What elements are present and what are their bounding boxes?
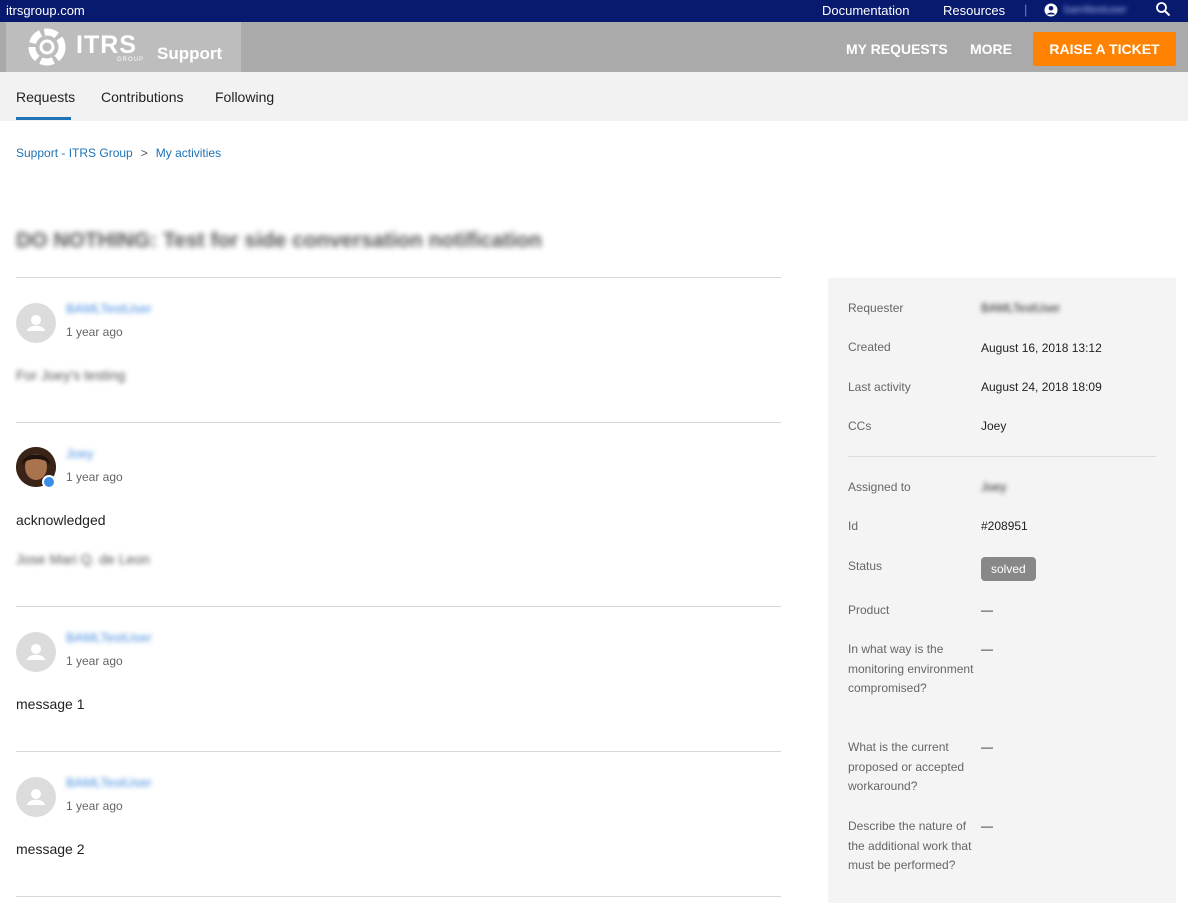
logo-text: ITRS: [76, 31, 137, 59]
avatar: [16, 777, 56, 817]
workaround-question-value: —: [981, 740, 993, 754]
default-avatar-icon: [27, 644, 45, 660]
sub-navigation: Requests Contributions Following: [0, 72, 1188, 121]
more-menu[interactable]: MORE: [970, 41, 1012, 57]
my-requests-link[interactable]: MY REQUESTS: [846, 41, 948, 57]
comment-divider: [16, 606, 781, 607]
comment-signature: Jose Mari Q. de Leon: [16, 551, 150, 567]
comment-time: 1 year ago: [66, 799, 123, 813]
user-icon[interactable]: [1044, 3, 1058, 17]
avatar: [16, 632, 56, 672]
avatar: [16, 303, 56, 343]
site-header: ITRS GROUP Support MY REQUESTS MORE RAIS…: [0, 22, 1188, 72]
comment-body: acknowledged: [16, 512, 106, 528]
request-title: DO NOTHING: Test for side conversation n…: [16, 229, 542, 252]
comment-time: 1 year ago: [66, 470, 123, 484]
tab-contributions[interactable]: Contributions: [101, 89, 184, 105]
id-value: #208951: [981, 519, 1028, 533]
last-activity-label: Last activity: [848, 380, 911, 394]
tab-following[interactable]: Following: [215, 89, 274, 105]
brand[interactable]: ITRS GROUP Support: [6, 22, 241, 72]
created-label: Created: [848, 340, 891, 354]
additional-work-question-label: Describe the nature of the additional wo…: [848, 819, 972, 872]
breadcrumb-my-activities-link[interactable]: My activities: [156, 146, 221, 160]
topbar-separator: |: [1024, 2, 1028, 17]
compromised-question-value: —: [981, 642, 993, 656]
resources-link[interactable]: Resources: [943, 3, 1005, 18]
comment-divider: [16, 751, 781, 752]
comment-author[interactable]: BAMLTestUser: [66, 775, 152, 790]
comment-time: 1 year ago: [66, 325, 123, 339]
assigned-to-value: Joey: [981, 480, 1007, 494]
comment-author[interactable]: Joey: [66, 446, 93, 461]
top-bar: itrsgroup.com Documentation Resources | …: [0, 0, 1188, 22]
brand-support-label: Support: [157, 44, 223, 63]
comment-divider: [16, 422, 781, 423]
comment-body: message 2: [16, 841, 85, 857]
last-activity-value: August 24, 2018 18:09: [981, 380, 1102, 394]
id-label: Id: [848, 519, 859, 533]
comment-divider: [16, 896, 781, 897]
product-value: —: [981, 603, 993, 617]
breadcrumb: Support - ITRS Group > My activities: [16, 146, 221, 160]
active-tab-indicator: [16, 117, 71, 120]
ccs-value: Joey: [981, 419, 1007, 433]
tab-requests[interactable]: Requests: [16, 89, 75, 105]
status-badge: solved: [981, 557, 1036, 581]
requester-value: BAMLTestUser: [981, 301, 1061, 315]
username[interactable]: bamltestuser: [1064, 4, 1127, 16]
raise-ticket-button[interactable]: RAISE A TICKET: [1033, 32, 1176, 66]
created-value: August 16, 2018 13:12: [981, 341, 1102, 355]
itrs-logo-icon: [28, 28, 66, 66]
comment-time: 1 year ago: [66, 654, 123, 668]
workaround-question-label: What is the current proposed or accepted…: [848, 740, 965, 793]
ccs-label: CCs: [848, 419, 872, 433]
logo-subtext: GROUP: [117, 57, 145, 63]
agent-badge-icon: [42, 475, 56, 489]
request-details-panel: Requester BAMLTestUser Created August 16…: [828, 278, 1176, 903]
default-avatar-icon: [27, 315, 45, 331]
status-label: Status: [848, 559, 883, 573]
requester-label: Requester: [848, 301, 904, 315]
product-label: Product: [848, 603, 890, 617]
assigned-to-label: Assigned to: [848, 480, 911, 494]
comment-author[interactable]: BAMLTestUser: [66, 630, 152, 645]
default-avatar-icon: [27, 789, 45, 805]
details-divider: [848, 456, 1156, 457]
site-link[interactable]: itrsgroup.com: [6, 3, 85, 18]
search-icon[interactable]: [1155, 1, 1171, 17]
comment-author[interactable]: BAMLTestUser: [66, 301, 152, 316]
documentation-link[interactable]: Documentation: [822, 3, 909, 18]
compromised-question-label: In what way is the monitoring environmen…: [848, 642, 974, 695]
breadcrumb-support-link[interactable]: Support - ITRS Group: [16, 146, 133, 160]
comment-body: For Joey's testing: [16, 367, 126, 383]
comment-divider: [16, 277, 781, 278]
comment-body: message 1: [16, 696, 85, 712]
breadcrumb-separator: >: [140, 146, 148, 160]
additional-work-question-value: —: [981, 819, 993, 833]
